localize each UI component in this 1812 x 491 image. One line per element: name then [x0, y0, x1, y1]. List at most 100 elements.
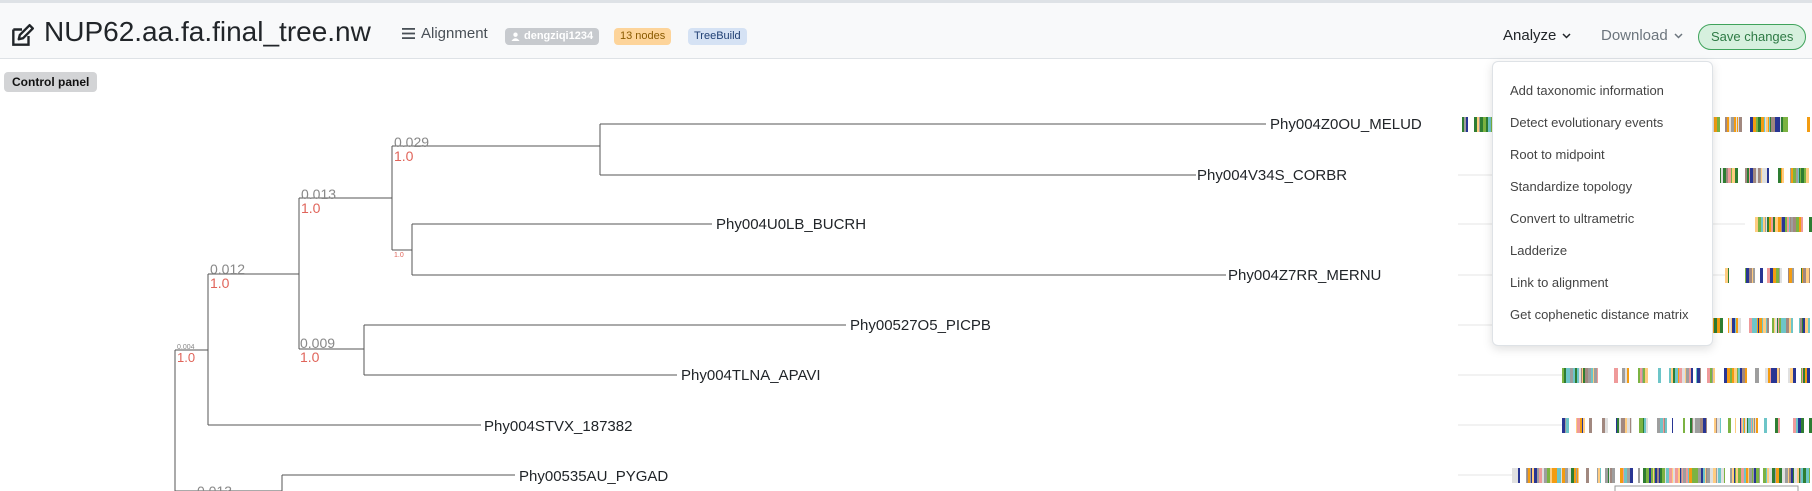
alignment-cell: [1793, 368, 1796, 383]
alignment-cell: [1466, 117, 1468, 132]
menu-item-convert-to-ultrametric[interactable]: Convert to ultrametric: [1510, 211, 1634, 226]
menu-item-get-cophenetic-distance-matrix[interactable]: Get cophenetic distance matrix: [1510, 307, 1688, 322]
leaf-name[interactable]: Phy004U0LB_BUCRH: [716, 216, 866, 233]
alignment-cell: [1600, 468, 1601, 483]
alignment-cell: [1770, 268, 1772, 283]
menu-item-root-to-midpoint[interactable]: Root to midpoint: [1510, 147, 1605, 162]
alignment-cell: [1801, 268, 1802, 283]
alignment-cell: [1714, 318, 1717, 333]
alignment-cell: [1749, 268, 1752, 283]
leaf-name[interactable]: Phy004Z0OU_MELUD: [1270, 116, 1422, 133]
alignment-cell: [1764, 418, 1767, 433]
menu-item-standardize-topology[interactable]: Standardize topology: [1510, 179, 1632, 194]
leaf-name[interactable]: Phy004V34S_CORBR: [1197, 167, 1347, 184]
alignment-cell: [1788, 368, 1790, 383]
alignment-cell: [1688, 468, 1689, 483]
alignment-cell: [1591, 368, 1592, 383]
alignment-cell: [1790, 168, 1791, 183]
alignment-cell: [1755, 117, 1756, 132]
leaf-name[interactable]: Phy00535AU_PYGAD: [519, 468, 668, 485]
alignment-cell: [1602, 418, 1605, 433]
chevron-down-icon: [1562, 32, 1571, 39]
alignment-cell: [1726, 168, 1728, 183]
alignment-cell: [1640, 368, 1642, 383]
alignment-cell: [1779, 368, 1780, 383]
menu-item-ladderize[interactable]: Ladderize: [1510, 243, 1567, 258]
alignment-cell: [1791, 318, 1793, 333]
alignment-cell: [1574, 468, 1576, 483]
alignment-cell: [1721, 168, 1723, 183]
alignment-cell: [1582, 368, 1583, 383]
header-bar: NUP62.aa.fa.final_tree.nw Alignment deng…: [0, 3, 1812, 59]
alignment-cell: [1701, 468, 1703, 483]
alignment-button[interactable]: Alignment: [402, 25, 488, 42]
alignment-cell: [1642, 368, 1643, 383]
alignment-cell: [1754, 418, 1755, 433]
alignment-cell: [1779, 318, 1781, 333]
alignment-cell: [1784, 318, 1786, 333]
support-label: 1.0: [177, 350, 195, 365]
alignment-cell: [1570, 368, 1573, 383]
alignment-cell: [1671, 368, 1673, 383]
alignment-cell: [1685, 368, 1686, 383]
alignment-cell: [1756, 468, 1759, 483]
alignment-cell: [1737, 117, 1738, 132]
leaf-name[interactable]: Phy004Z7RR_MERNU: [1228, 267, 1381, 284]
leaf-name[interactable]: Phy004TLNA_APAVI: [681, 367, 821, 384]
alignment-cell: [1746, 468, 1748, 483]
alignment-cell: [1741, 418, 1742, 433]
alignment-cell: [1589, 368, 1591, 383]
alignment-cell: [1552, 468, 1555, 483]
alignment-cell: [1752, 318, 1754, 333]
menu-item-detect-evolutionary-events[interactable]: Detect evolutionary events: [1510, 115, 1663, 130]
alignment-cell: [1801, 418, 1804, 433]
analyze-menu-button[interactable]: Analyze: [1503, 27, 1571, 44]
alignment-cell: [1642, 418, 1643, 433]
alignment-cell: [1707, 468, 1710, 483]
alignment-cell: [1589, 418, 1592, 433]
alignment-cell: [1761, 168, 1762, 183]
alignment-cell: [1731, 117, 1732, 132]
alignment-cell: [1730, 368, 1732, 383]
save-changes-button[interactable]: Save changes: [1698, 24, 1807, 50]
alignment-cell: [1781, 318, 1784, 333]
alignment-cell: [1680, 468, 1681, 483]
chevron-down-icon: [1674, 32, 1683, 39]
alignment-cell: [1727, 117, 1729, 132]
alignment-cell: [1747, 418, 1748, 433]
alignment-cell: [1585, 368, 1588, 383]
alignment-cell: [1605, 468, 1608, 483]
alignment-cell: [1778, 117, 1780, 132]
alignment-cell: [1621, 418, 1623, 433]
alignment-cell: [1692, 418, 1693, 433]
alignment-cell: [1594, 368, 1597, 383]
download-menu-button[interactable]: Download: [1601, 27, 1683, 44]
leaf-name[interactable]: Phy00527O5_PICPB: [850, 317, 991, 334]
alignment-cell: [1799, 217, 1801, 232]
alignment-cell: [1658, 368, 1661, 383]
alignment-cell: [1568, 468, 1571, 483]
alignment-cell: [1717, 318, 1720, 333]
leaf-name[interactable]: Phy004STVX_187382: [484, 418, 632, 435]
alignment-cell: [1797, 468, 1799, 483]
alignment-cell: [1724, 468, 1725, 483]
alignment-cell: [1805, 318, 1808, 333]
edit-icon[interactable]: [9, 23, 35, 49]
alignment-cell: [1655, 468, 1657, 483]
alignment-cell: [1562, 418, 1565, 433]
alignment-cell: [1775, 117, 1778, 132]
alignment-cell: [1782, 468, 1785, 483]
alignment-cell: [1764, 168, 1766, 183]
alignment-cell: [1568, 368, 1570, 383]
alignment-cell: [1800, 168, 1801, 183]
alignment-cell: [1767, 268, 1770, 283]
menu-item-link-to-alignment[interactable]: Link to alignment: [1510, 275, 1608, 290]
alignment-cell: [1769, 117, 1770, 132]
alignment-cell: [1579, 368, 1581, 383]
alignment-cell: [1528, 468, 1530, 483]
user-name: dengziqi1234: [524, 30, 594, 42]
alignment-cell: [1775, 468, 1776, 483]
menu-item-add-taxonomic-information[interactable]: Add taxonomic information: [1510, 83, 1664, 98]
alignment-cell: [1605, 418, 1608, 433]
alignment-cell: [1801, 468, 1803, 483]
